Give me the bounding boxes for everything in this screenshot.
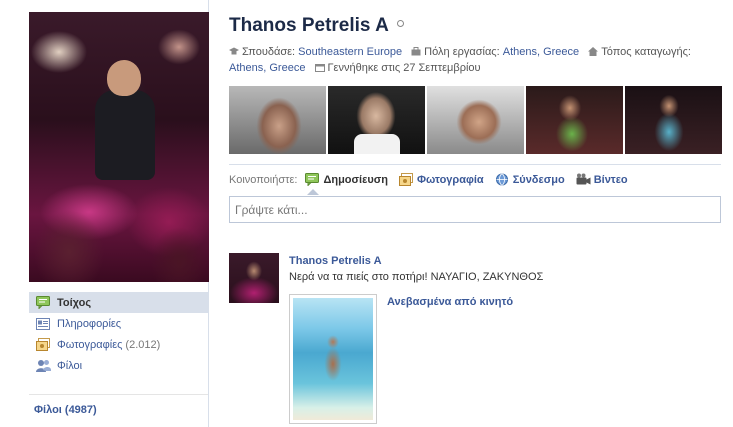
post-photo-frame[interactable] — [289, 294, 377, 424]
share-option-label: Δημοσίευση — [323, 173, 388, 186]
sidebar-item-info[interactable]: Πληροφορίες — [29, 313, 208, 334]
share-option-label: Βίντεο — [593, 173, 628, 186]
share-video-tab[interactable]: Βίντεο — [576, 173, 628, 186]
strip-photo[interactable] — [229, 86, 326, 154]
studies-label: Σπουδάσε: — [242, 46, 296, 58]
friends-icon — [35, 359, 51, 373]
profile-info: Σπουδάσε: Southeastern Europe Πόλη εργασ… — [229, 44, 719, 76]
strip-photo[interactable] — [625, 86, 722, 154]
strip-photo[interactable] — [328, 86, 425, 154]
hometown-value-link[interactable]: Athens, Greece — [229, 62, 305, 74]
share-link-tab[interactable]: Σύνδεσμο — [495, 173, 565, 186]
video-icon — [576, 173, 591, 186]
work-icon — [411, 45, 421, 56]
profile-name-text: Thanos Petrelis A — [229, 15, 389, 36]
photos-count: (2.012) — [125, 338, 161, 351]
sidebar-item-label: Τοίχος — [57, 296, 92, 309]
photo-strip — [229, 86, 722, 154]
mobile-uploads-link[interactable]: Ανεβασμένα από κινητό — [387, 296, 513, 308]
post-author-name-link[interactable]: Thanos Petrelis A — [289, 255, 382, 267]
sidebar-divider — [29, 394, 208, 395]
sidebar-nav: Τοίχος Πληροφορίες Φωτογραφίες (2.012) Φ… — [29, 292, 208, 376]
work-city-value-link[interactable]: Athens, Greece — [503, 46, 579, 58]
hometown-icon — [588, 45, 599, 56]
photos-icon — [35, 338, 51, 352]
birthday-text: Γεννήθηκε στις 27 Σεπτεμβρίου — [327, 62, 481, 74]
share-status-tab[interactable]: Δημοσίευση — [305, 173, 388, 195]
share-photo-tab[interactable]: Φωτογραφία — [398, 173, 484, 186]
share-option-label: Σύνδεσμο — [512, 173, 565, 186]
work-city-label: Πόλη εργασίας: — [424, 46, 500, 58]
post-text: Νερά να τα πιείς στο ποτήρι! ΝΑΥΑΓΙΟ, ΖΑ… — [289, 271, 544, 283]
sidebar-item-label: Φίλοι — [57, 359, 83, 372]
birthday-icon — [314, 61, 325, 72]
sidebar-item-friends[interactable]: Φίλοι — [29, 355, 208, 376]
strip-photo[interactable] — [526, 86, 623, 154]
post-photo[interactable] — [293, 298, 373, 420]
link-icon — [495, 173, 509, 186]
info-icon — [35, 317, 51, 331]
strip-photo[interactable] — [427, 86, 524, 154]
sidebar-item-photos[interactable]: Φωτογραφίες (2.012) — [29, 334, 208, 355]
share-option-label: Φωτογραφία — [416, 173, 484, 186]
profile-picture-figure-body — [95, 90, 155, 180]
sidebar-item-wall[interactable]: Τοίχος — [29, 292, 208, 313]
share-label: Κοινοποιήστε: — [229, 173, 298, 186]
share-bar: Κοινοποιήστε: Δημοσίευση Φωτογραφία Σύνδ… — [229, 164, 721, 195]
profile-picture-figure-head — [107, 60, 141, 96]
status-composer-input[interactable]: Γράψτε κάτι... — [229, 196, 721, 223]
profile-picture-crowd — [29, 182, 209, 282]
profile-picture[interactable] — [29, 12, 209, 282]
studies-value-link[interactable]: Southeastern Europe — [298, 46, 402, 58]
education-icon — [229, 45, 239, 55]
sidebar-item-label: Φωτογραφίες — [57, 338, 123, 351]
status-icon — [305, 173, 320, 187]
hometown-label: Τόπος καταγωγής: — [601, 46, 691, 58]
friends-count-link[interactable]: Φίλοι (4987) — [34, 404, 97, 416]
wall-icon — [35, 296, 51, 310]
sidebar-item-label: Πληροφορίες — [57, 317, 122, 330]
photo-icon — [398, 173, 413, 186]
left-column: Τοίχος Πληροφορίες Φωτογραφίες (2.012) Φ… — [0, 0, 209, 427]
online-status-icon — [396, 20, 404, 28]
post-author-avatar[interactable] — [229, 253, 279, 303]
profile-name: Thanos Petrelis A — [229, 15, 404, 37]
